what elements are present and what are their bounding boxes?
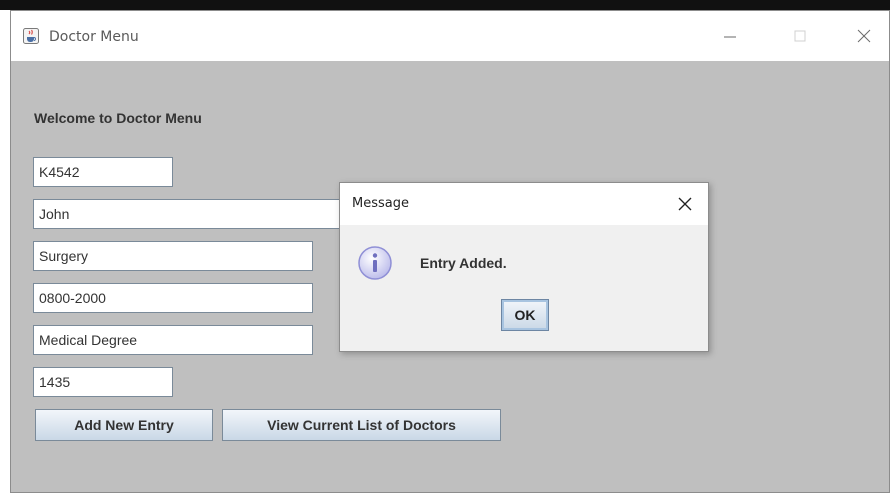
minimize-button[interactable] (717, 25, 743, 47)
info-icon (357, 245, 393, 281)
maximize-icon (794, 30, 806, 42)
specialty-field[interactable] (33, 241, 313, 271)
view-doctors-list-button[interactable]: View Current List of Doctors (222, 409, 501, 441)
doctor-name-field[interactable] (33, 199, 363, 229)
java-cup-icon (23, 28, 39, 44)
welcome-heading: Welcome to Doctor Menu (34, 110, 202, 126)
doctor-id-field[interactable] (33, 157, 173, 187)
close-dialog-button[interactable] (676, 195, 694, 213)
dialog-titlebar[interactable]: Message (340, 183, 708, 225)
add-new-entry-button[interactable]: Add New Entry (35, 409, 213, 441)
qualification-field[interactable] (33, 325, 313, 355)
window-title: Doctor Menu (49, 29, 139, 45)
dialog-title: Message (352, 196, 409, 211)
minimize-icon (724, 36, 736, 38)
dialog-message: Entry Added. (420, 255, 507, 271)
window-titlebar[interactable]: Doctor Menu (11, 11, 889, 61)
close-icon (678, 197, 692, 211)
screen-top-edge (0, 0, 890, 10)
ok-button[interactable]: OK (501, 299, 549, 331)
hours-field[interactable] (33, 283, 313, 313)
maximize-button[interactable] (787, 25, 813, 47)
room-number-field[interactable] (33, 367, 173, 397)
close-window-button[interactable] (851, 25, 877, 47)
message-dialog: Message Entry Added. OK (339, 182, 709, 352)
close-icon (857, 29, 871, 43)
